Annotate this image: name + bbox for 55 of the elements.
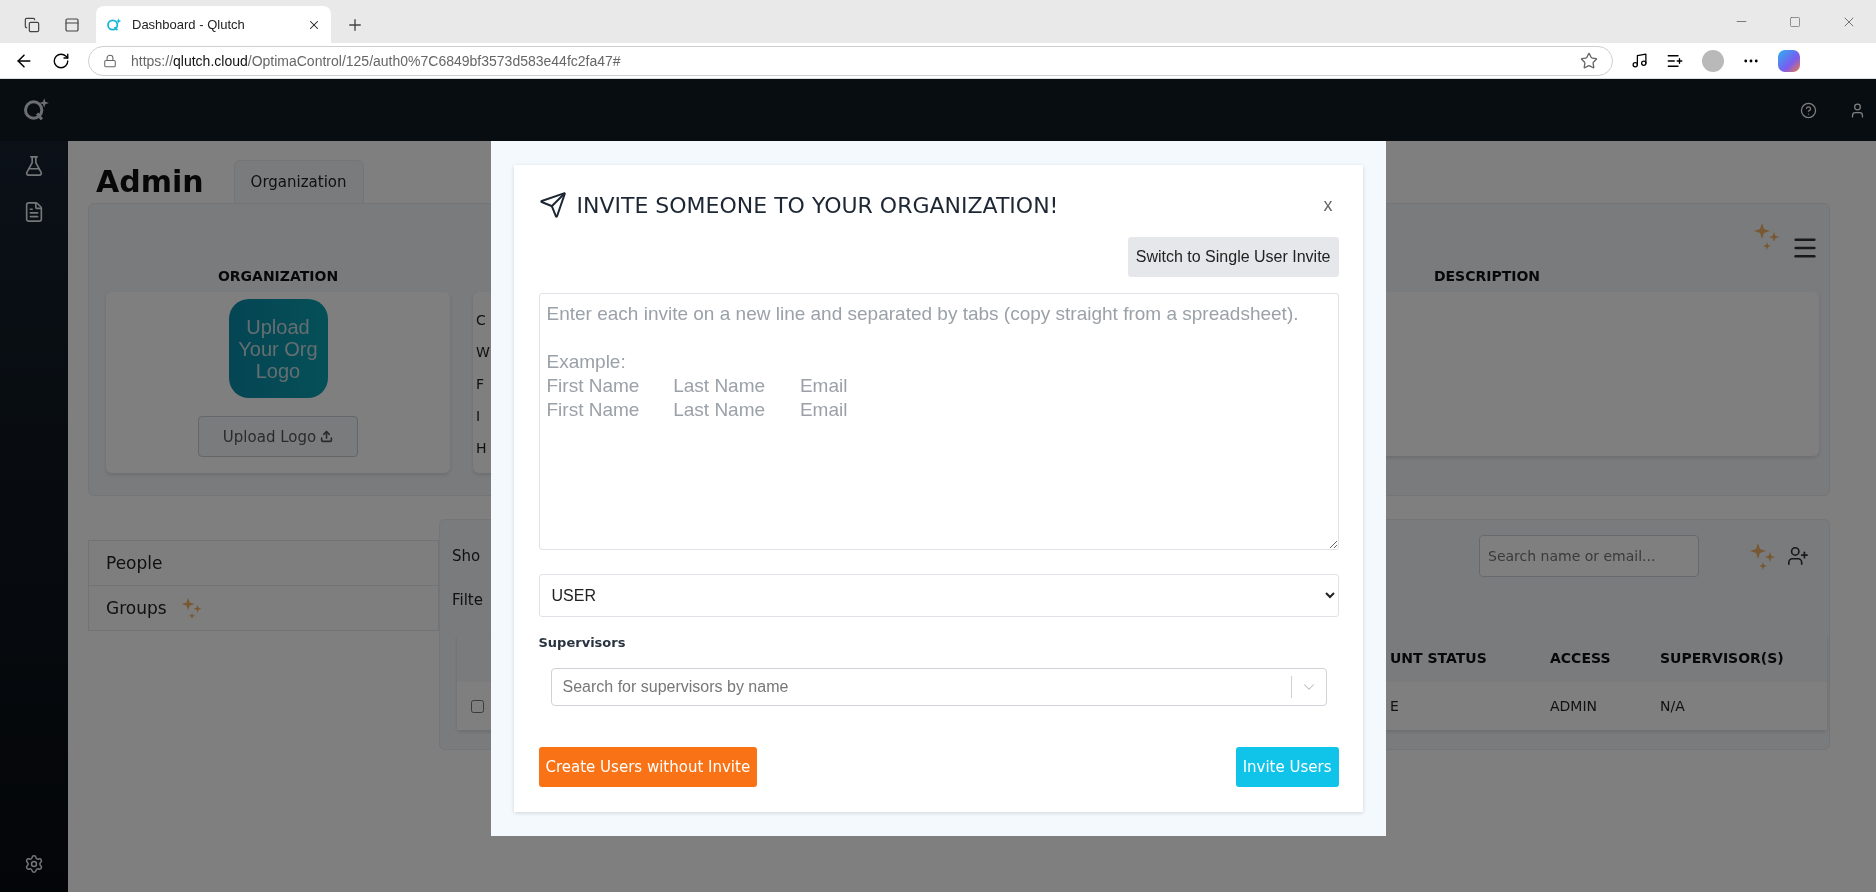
supervisor-select[interactable]: Search for supervisors by name (550, 668, 1327, 706)
filter-label: Filte (452, 591, 483, 609)
detail-label: W (476, 344, 490, 362)
table-cell-text: ADMIN (1549, 698, 1599, 714)
copilot-icon[interactable] (1778, 49, 1800, 72)
add-user-icon[interactable] (1787, 545, 1809, 567)
switch-mode-button[interactable]: Switch to Single User Invite (1127, 237, 1339, 277)
maximize-icon[interactable] (1789, 15, 1801, 28)
show-label: Sho (452, 547, 481, 565)
section-heading: ORGANIZATION (216, 268, 340, 286)
upload-icon (320, 430, 334, 443)
column-header: SUPERVISOR(S) (1659, 650, 1785, 666)
detail-label: H (476, 440, 487, 458)
detail-label: F (476, 376, 485, 394)
column-header: ACCESS (1549, 650, 1612, 666)
modal-title: INVITE SOMEONE TO YOUR ORGANIZATION! (576, 192, 1059, 218)
section-heading: DESCRIPTION (1432, 268, 1542, 286)
sparkle-icon (1753, 222, 1781, 250)
search-field[interactable]: Search name or email... (1479, 535, 1699, 577)
logo-icon (106, 16, 122, 33)
close-button[interactable]: x (1317, 193, 1339, 217)
favorite-star-icon[interactable] (1580, 51, 1598, 70)
page-tab[interactable]: Organization (233, 160, 364, 203)
page-title: Admin (96, 164, 204, 199)
supervisors-label: Supervisors (538, 635, 627, 650)
browser-tab[interactable]: Dashboard - Qlutch (96, 6, 331, 43)
vertical-tabs-icon[interactable] (64, 17, 80, 33)
side-list-label: People (106, 553, 163, 573)
sparkle-icon (1749, 542, 1777, 570)
media-icon[interactable] (1631, 52, 1648, 69)
row-checkbox[interactable] (471, 699, 484, 713)
side-list-item[interactable]: People (88, 540, 439, 586)
document-icon[interactable] (23, 201, 45, 223)
column-header: UNT STATUS (1389, 650, 1488, 666)
create-users-button[interactable]: Create Users without Invite (538, 747, 758, 787)
tab-actions-icon[interactable] (24, 17, 40, 33)
invite-textarea[interactable]: Enter each invite on a new line and separated by tabs (copy straight from a spreadsheet). Example: First Name Last Name Email First Name Last Name Email (538, 293, 1339, 550)
lock-icon (103, 53, 117, 68)
new-tab-icon[interactable] (346, 16, 364, 34)
reload-icon[interactable] (52, 51, 70, 70)
settings-icon[interactable] (24, 854, 44, 874)
flask-icon[interactable] (23, 155, 45, 177)
paper-plane-icon (538, 191, 567, 219)
help-icon[interactable] (1800, 101, 1817, 119)
user-icon[interactable] (1849, 101, 1866, 119)
role-select[interactable]: USER (538, 574, 1339, 617)
side-list-item[interactable]: Groups (88, 585, 439, 631)
table-cell-text: N/A (1659, 698, 1686, 714)
upload-logo-button[interactable]: Upload Logo (198, 416, 358, 457)
sparkle-icon (180, 597, 203, 619)
table-cell-text: E (1389, 698, 1400, 714)
side-list-label: Groups (106, 598, 167, 618)
address-bar[interactable]: https://qlutch.cloud/OptimaControl/125/auth0%7C6849bf3573d583e44fc2fa47# (88, 45, 1613, 76)
detail-label: C (476, 312, 486, 330)
detail-label: I (476, 408, 481, 426)
